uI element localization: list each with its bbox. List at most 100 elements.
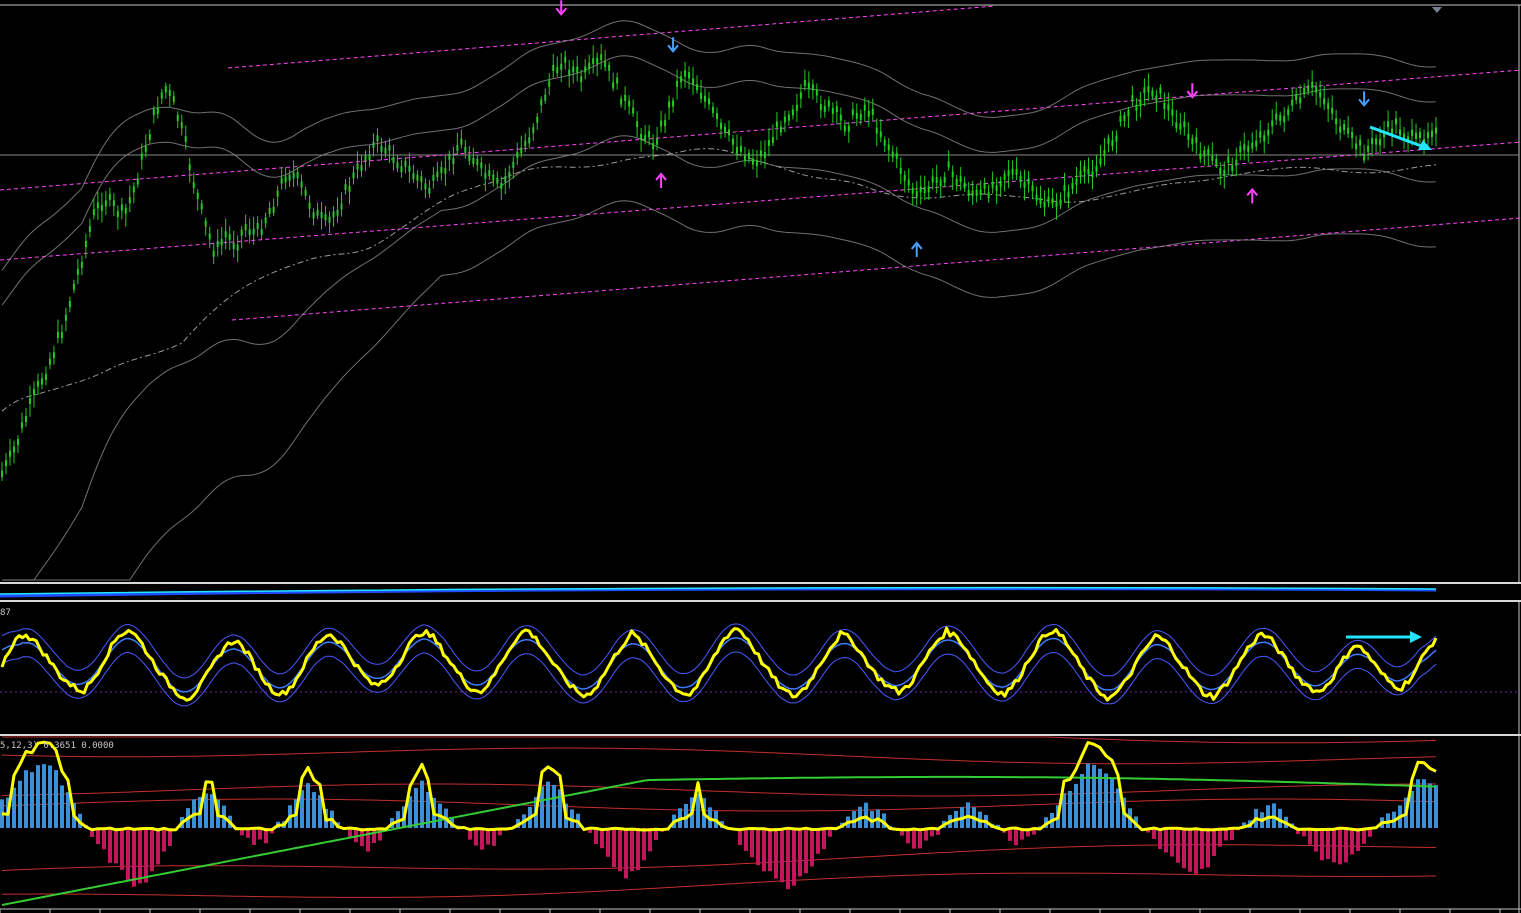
candle-body: [1095, 166, 1098, 173]
histogram-bar-positive: [1410, 790, 1414, 828]
candle-body: [576, 66, 579, 73]
candle-body: [1003, 173, 1006, 180]
histogram-bar-negative: [474, 828, 478, 846]
histogram-bar-negative: [612, 828, 616, 868]
histogram-bar-positive: [1074, 783, 1078, 828]
histogram-bar-negative: [648, 828, 652, 852]
histogram-bar-positive: [1068, 790, 1072, 828]
candle-body: [1115, 135, 1118, 142]
candle-body: [12, 446, 15, 453]
candle-body: [903, 174, 906, 181]
candle-body: [412, 173, 415, 180]
histogram-bar-positive: [1092, 764, 1096, 828]
candle-body: [556, 67, 559, 74]
candle-body: [424, 183, 427, 190]
candle-body: [1063, 185, 1066, 192]
candle-body: [899, 167, 902, 174]
candle-body: [983, 182, 986, 189]
histogram-bar-negative: [768, 828, 772, 872]
histogram-bar-positive: [1116, 788, 1120, 828]
trading-chart-window[interactable]: 87 5,12,3) 0.3651 0.0000: [0, 0, 1521, 913]
candle-body: [432, 174, 435, 181]
candle-body: [708, 98, 711, 105]
candle-body: [975, 189, 978, 196]
histogram-bar-negative: [1320, 828, 1324, 861]
candle-body: [532, 127, 535, 134]
candle-body: [408, 165, 411, 172]
histogram-bar-positive: [1104, 773, 1108, 828]
histogram-bar-negative: [912, 828, 916, 849]
candle-body: [80, 261, 83, 268]
histogram-bar-negative: [120, 828, 124, 870]
candle-body: [564, 56, 567, 63]
candle-body: [664, 120, 667, 127]
histogram-bar-positive: [42, 764, 46, 828]
histogram-bar-positive: [420, 780, 424, 828]
histogram-bar-negative: [1182, 828, 1186, 869]
histogram-bar-negative: [108, 828, 112, 863]
candle-body: [584, 66, 587, 73]
candle-body: [787, 114, 790, 121]
candle-body: [256, 223, 259, 230]
candle-body: [955, 178, 958, 185]
histogram-bar-negative: [618, 828, 622, 872]
candle-body: [36, 380, 39, 387]
candle-body: [632, 107, 635, 114]
candle-body: [436, 171, 439, 178]
candle-body: [1223, 170, 1226, 177]
candle-body: [803, 79, 806, 86]
candle-body: [1271, 120, 1274, 127]
candle-body: [368, 154, 371, 161]
histogram-bar-negative: [114, 828, 118, 864]
candle-body: [1195, 136, 1198, 143]
candle-body: [500, 182, 503, 189]
candle-body: [52, 352, 55, 359]
histogram-bar-negative: [624, 828, 628, 879]
candle-body: [795, 104, 798, 111]
histogram-bar-negative: [1344, 828, 1348, 863]
candle-body: [668, 101, 671, 108]
candle-body: [1087, 168, 1090, 175]
candle-body: [1035, 194, 1038, 201]
candle-body: [1219, 167, 1222, 174]
histogram-bar-positive: [1080, 774, 1084, 828]
candle-body: [172, 95, 175, 102]
histogram-bar-negative: [744, 828, 748, 851]
candle-body: [1, 470, 3, 477]
candle-body: [1435, 127, 1437, 134]
candle-body: [935, 177, 938, 184]
oscillator-label: 87: [0, 608, 11, 618]
candle-body: [460, 138, 463, 145]
histogram-bar-negative: [792, 828, 796, 886]
histogram-bar-positive: [210, 794, 214, 828]
candle-body: [763, 152, 766, 159]
candle-body: [340, 203, 343, 210]
candle-body: [1023, 181, 1026, 188]
candle-body: [1055, 201, 1058, 208]
candle-body: [84, 241, 87, 248]
candle-body: [1387, 121, 1390, 128]
candle-body: [963, 182, 966, 189]
candle-body: [887, 144, 890, 151]
histogram-bar-negative: [630, 828, 634, 872]
candle-body: [260, 228, 263, 235]
histogram-bar-negative: [144, 828, 148, 883]
candle-body: [180, 122, 183, 129]
candle-body: [923, 186, 926, 193]
candle-body: [212, 250, 215, 257]
candle-body: [1231, 165, 1234, 172]
histogram-bar-negative: [762, 828, 766, 872]
candle-body: [979, 189, 982, 196]
candle-body: [476, 159, 479, 166]
histogram-bar-negative: [1338, 828, 1342, 865]
histogram-bar-negative: [1314, 828, 1318, 852]
candle-body: [967, 189, 970, 196]
chart-canvas[interactable]: 87 5,12,3) 0.3651 0.0000: [0, 0, 1521, 913]
candle-body: [859, 114, 862, 121]
histogram-bar-negative: [780, 828, 784, 883]
candle-body: [360, 165, 363, 172]
candle-body: [296, 171, 299, 178]
candle-body: [416, 174, 419, 181]
candle-body: [1147, 86, 1150, 93]
candle-body: [428, 187, 431, 194]
